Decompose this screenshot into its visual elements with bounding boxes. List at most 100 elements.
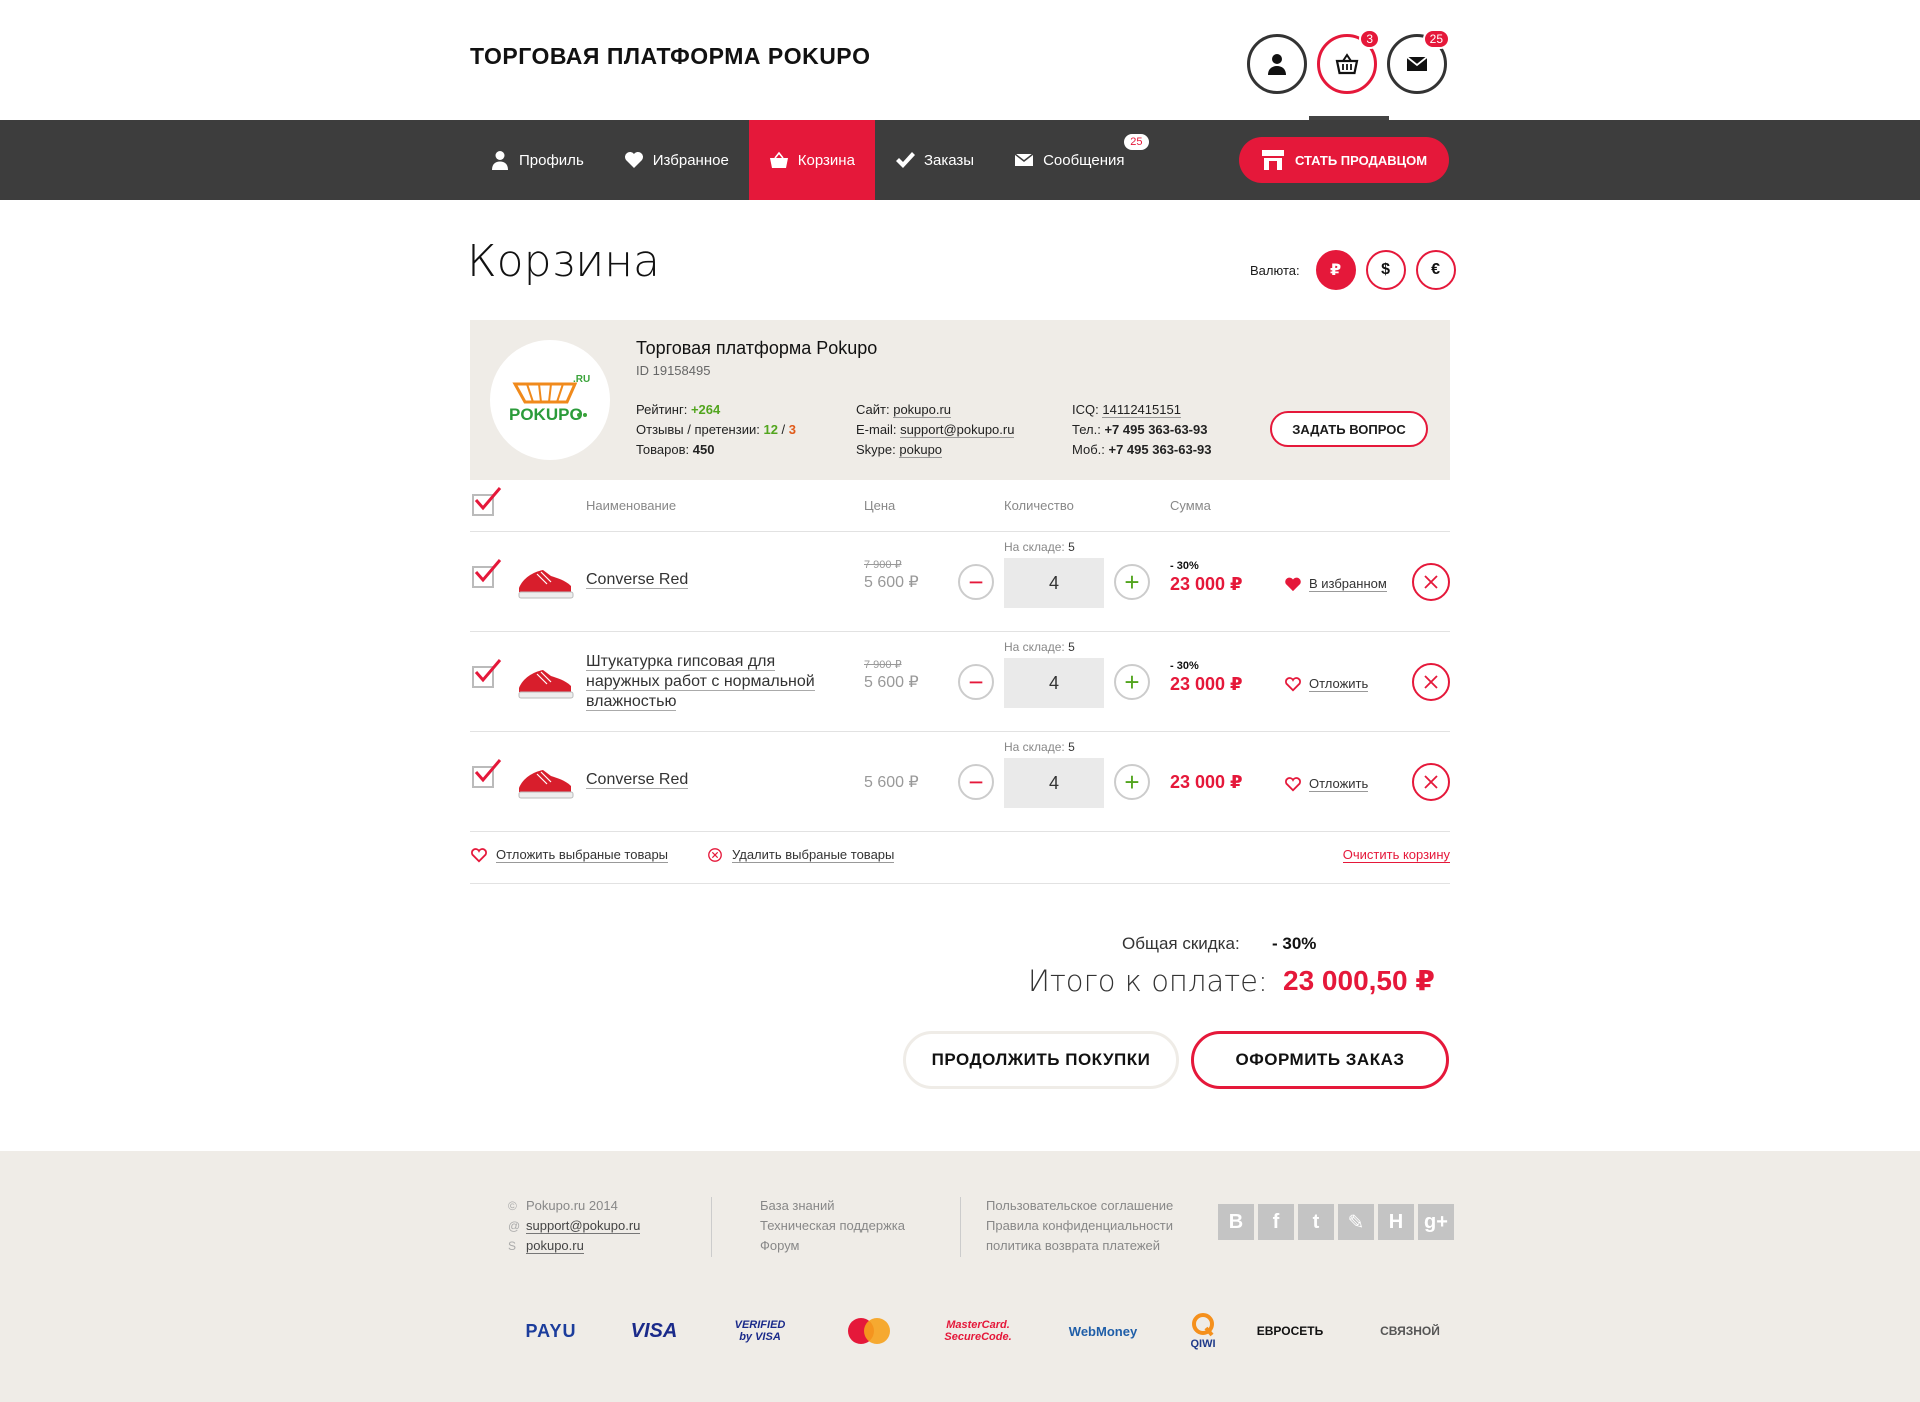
seller-name[interactable]: Торговая платформа Pokupo (636, 338, 877, 359)
nav-item-orders[interactable]: Заказы (875, 120, 994, 200)
currency-usd-button[interactable]: $ (1365, 250, 1406, 290)
remove-item-button[interactable] (1412, 663, 1450, 701)
close-circle-icon (708, 848, 722, 862)
product-name-link[interactable]: Штукатурка гипсовая для наружных работ с… (586, 652, 846, 712)
continue-shopping-button[interactable]: ПРОДОЛЖИТЬ ПОКУПКИ (903, 1031, 1179, 1089)
product-thumbnail[interactable] (515, 762, 575, 802)
cart-button[interactable]: 3 (1317, 29, 1380, 94)
quantity-input[interactable]: 4 (1004, 658, 1104, 708)
table-row: Штукатурка гипсовая для наружных работ с… (470, 632, 1450, 732)
row-sum: 23 000 ₽ (1170, 574, 1243, 594)
row-checkbox[interactable] (472, 659, 502, 688)
product-name-link[interactable]: Converse Red (586, 570, 689, 590)
decrease-qty-button[interactable]: − (958, 564, 994, 600)
product-name-link[interactable]: Converse Red (586, 770, 689, 790)
nav-item-cart[interactable]: Корзина (748, 120, 875, 200)
nav-item-profile[interactable]: Профиль (470, 120, 604, 200)
envelope-icon (1406, 56, 1428, 71)
row-checkbox[interactable] (472, 559, 502, 588)
refund-policy-link[interactable]: политика возврата платежей (986, 1236, 1173, 1256)
increase-qty-button[interactable]: + (1114, 664, 1150, 700)
clear-cart-link[interactable]: Очистить корзину (1342, 847, 1450, 863)
footer-copyright: © Pokupo.ru 2014 (508, 1196, 640, 1216)
footer: © Pokupo.ru 2014 @ support@pokupo.ru Spoku… (0, 1151, 1920, 1402)
postpone-toggle[interactable]: Отложить (1284, 676, 1369, 692)
habr-icon[interactable]: H (1378, 1204, 1414, 1240)
webmoney-logo: WebMoney (1068, 1323, 1138, 1339)
delete-selected-button[interactable]: Удалить выбраные товары (706, 847, 895, 863)
livejournal-icon[interactable]: ✎ (1338, 1204, 1374, 1240)
heart-outline-icon (1285, 677, 1301, 692)
site-link[interactable]: pokupo.ru (893, 402, 952, 418)
facebook-icon[interactable]: f (1258, 1204, 1294, 1240)
ask-question-button[interactable]: ЗАДАТЬ ВОПРОС (1270, 411, 1428, 447)
product-name: Converse Red (586, 771, 689, 789)
tech-support-link[interactable]: Техническая поддержка (760, 1216, 905, 1236)
select-all-checkbox[interactable] (472, 487, 502, 516)
nav-item-messages[interactable]: Сообщения 25 (994, 120, 1149, 200)
checkmark-icon (474, 487, 502, 511)
page-title: Корзина (467, 236, 660, 287)
user-icon (1268, 54, 1286, 75)
svg-text:POKUPO: POKUPO (509, 405, 583, 424)
currency-rub-button[interactable]: ₽ (1315, 250, 1356, 290)
seller-logo[interactable]: .RU POKUPO (490, 340, 610, 460)
skype-link[interactable]: pokupo (899, 442, 943, 458)
footer-skype-link[interactable]: pokupo.ru (526, 1238, 584, 1254)
icq-value: 14112415151 (1102, 402, 1181, 418)
become-seller-button[interactable]: СТАТЬ ПРОДАВЦОМ (1239, 137, 1449, 183)
footer-email: @ support@pokupo.ru (508, 1216, 641, 1236)
nav-item-label: Сообщения (1043, 151, 1125, 169)
footer-divider (711, 1197, 712, 1257)
knowledge-base-link[interactable]: База знаний (760, 1196, 905, 1216)
user-agreement-link[interactable]: Пользовательское соглашение (986, 1196, 1173, 1216)
quantity-input[interactable]: 4 (1004, 558, 1104, 608)
forum-link[interactable]: Форум (760, 1236, 905, 1256)
nav-item-favorites[interactable]: Избранное (604, 120, 749, 200)
currency-eur-button[interactable]: € (1415, 250, 1456, 290)
stock-value: 5 (1068, 640, 1075, 654)
increase-qty-button[interactable]: + (1114, 564, 1150, 600)
vk-icon[interactable]: В (1218, 1204, 1254, 1240)
product-thumbnail[interactable] (515, 562, 575, 602)
seller-mobile: Моб.: +7 495 363-63-93 (1072, 440, 1212, 460)
reviews-value: 12 (763, 422, 778, 437)
google-plus-icon[interactable]: g+ (1418, 1204, 1454, 1240)
favorite-toggle[interactable]: В избранном (1284, 576, 1387, 592)
privacy-link[interactable]: Правила конфиденциальности (986, 1216, 1173, 1236)
seller-skype: Skype: pokupo (856, 440, 1014, 460)
goods-label: Товаров: (636, 442, 690, 457)
delete-selected-label: Удалить выбраные товары (732, 847, 895, 863)
postpone-selected-button[interactable]: Отложить выбраные товары (470, 847, 669, 863)
header: ТОРГОВАЯ ПЛАТФОРМА POKUPO 3 25 (0, 0, 1920, 120)
qiwi-icon (1192, 1313, 1214, 1337)
postpone-toggle[interactable]: Отложить (1284, 776, 1369, 792)
remove-item-button[interactable] (1412, 763, 1450, 801)
site-title[interactable]: ТОРГОВАЯ ПЛАТФОРМА POKUPO (470, 43, 871, 70)
nav-item-label: Корзина (797, 151, 855, 169)
payment-logos: PAYU VISA VERIFIED by VISA MasterCard. S… (520, 1301, 1450, 1361)
phone-value: +7 495 363-63-93 (1104, 422, 1208, 437)
twitter-icon[interactable]: t (1298, 1204, 1334, 1240)
quantity-input[interactable]: 4 (1004, 758, 1104, 808)
messages-button[interactable]: 25 (1387, 29, 1450, 94)
remove-item-button[interactable] (1412, 563, 1450, 601)
nav-item-label: Профиль (519, 151, 584, 169)
old-price: 7 900 ₽ (864, 559, 902, 571)
price: 5 600 ₽ (864, 574, 919, 591)
footer-contacts: © Pokupo.ru 2014 @ support@pokupo.ru Spoku… (508, 1196, 641, 1256)
user-icon (492, 151, 508, 170)
discount: - 30% (1170, 660, 1199, 672)
footer-email-link[interactable]: support@pokupo.ru (526, 1218, 641, 1234)
seller-rating: Рейтинг: +264 (636, 400, 796, 420)
currency-label: Валюта: (1250, 262, 1300, 278)
profile-button[interactable] (1247, 34, 1307, 94)
decrease-qty-button[interactable]: − (958, 664, 994, 700)
decrease-qty-button[interactable]: − (958, 764, 994, 800)
row-checkbox[interactable] (472, 759, 502, 788)
email-link[interactable]: support@pokupo.ru (900, 422, 1015, 438)
seller-phones: ICQ: 14112415151 Тел.: +7 495 363-63-93 … (1072, 400, 1212, 460)
increase-qty-button[interactable]: + (1114, 764, 1150, 800)
product-thumbnail[interactable] (515, 662, 575, 702)
place-order-button[interactable]: ОФОРМИТЬ ЗАКАЗ (1191, 1031, 1449, 1089)
